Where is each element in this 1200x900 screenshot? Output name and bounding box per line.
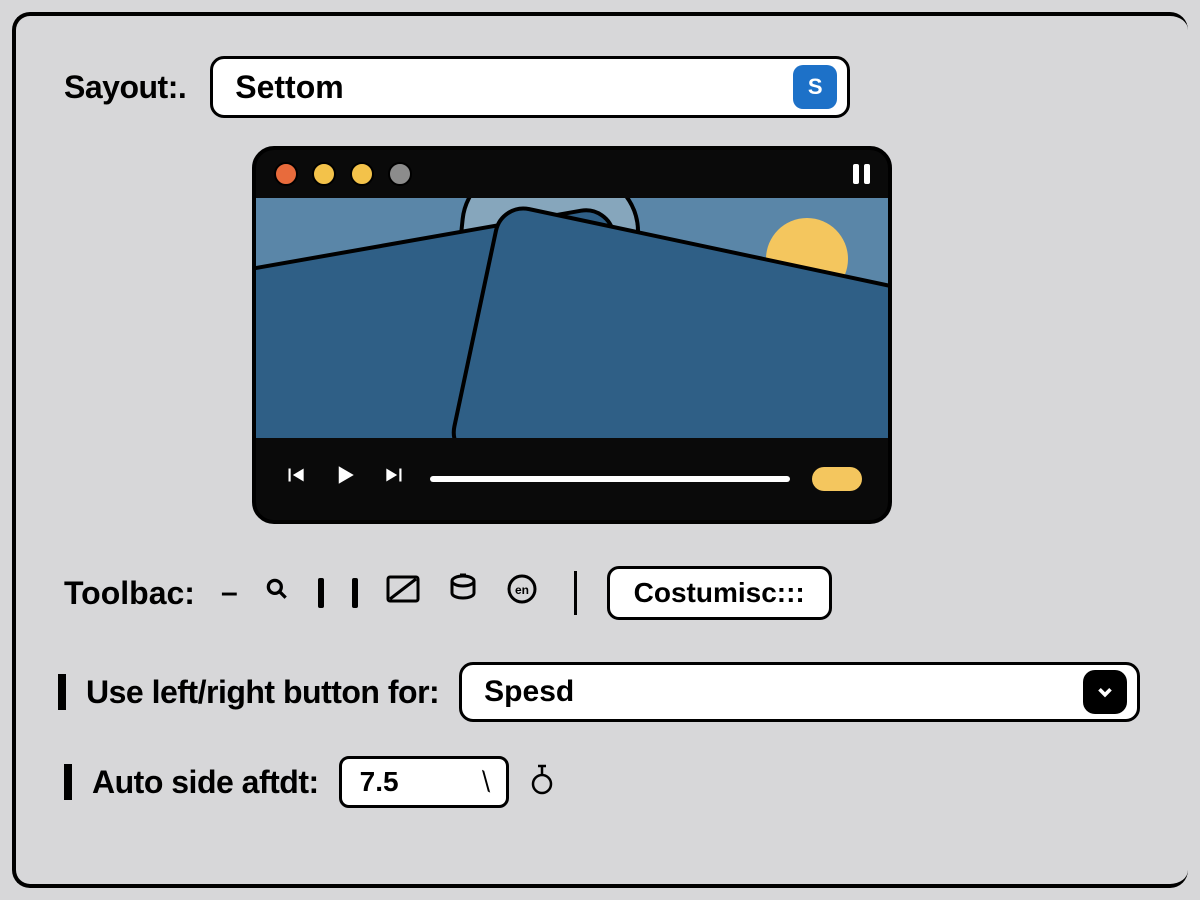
- left-right-label: Use left/right button for:: [86, 674, 439, 711]
- window-titlebar: [256, 150, 888, 198]
- video-artwork: [256, 198, 888, 438]
- left-right-value: Spesd: [484, 675, 574, 709]
- toolbar-row: Toolbac: – en Costumisc:::: [64, 566, 1140, 620]
- window-traffic-lights: [274, 162, 412, 186]
- customise-button[interactable]: Costumisc:::: [607, 566, 832, 620]
- left-right-select[interactable]: Spesd: [459, 662, 1140, 722]
- layout-row: Sayout:. Settom S: [64, 56, 1140, 118]
- prev-icon[interactable]: [282, 462, 308, 496]
- svg-text:en: en: [515, 583, 529, 597]
- window-dot-min-icon[interactable]: [312, 162, 336, 186]
- layout-select[interactable]: Settom S: [210, 56, 850, 118]
- row-marker-icon: [58, 674, 66, 710]
- window-dot-extra-icon: [388, 162, 412, 186]
- toolbar-label: Toolbac:: [64, 575, 195, 612]
- layout-select-value: Settom: [235, 69, 343, 106]
- toolbar-icon-strip: en: [264, 573, 538, 613]
- auto-hide-value: 7.5: [360, 766, 399, 798]
- player-preview: [252, 146, 892, 524]
- stack-icon[interactable]: [448, 573, 478, 613]
- left-right-row: Use left/right button for: Spesd: [58, 662, 1140, 722]
- row-marker-icon: [64, 764, 72, 800]
- time-pill: [812, 467, 862, 491]
- layout-label: Sayout:.: [64, 69, 186, 106]
- select-action-icon[interactable]: S: [793, 65, 837, 109]
- settings-panel: Sayout:. Settom S: [12, 12, 1188, 888]
- circle-icon[interactable]: en: [506, 573, 538, 613]
- window-indicator-icon: [853, 164, 870, 184]
- bar-icon[interactable]: [352, 578, 358, 608]
- search-icon[interactable]: [264, 576, 290, 610]
- player-controls: [256, 438, 888, 520]
- toolbar-dash: –: [221, 576, 238, 610]
- auto-hide-label: Auto side aftdt:: [92, 764, 319, 801]
- box-icon[interactable]: [386, 575, 420, 611]
- chevron-down-icon[interactable]: [1083, 670, 1127, 714]
- window-dot-close-icon[interactable]: [274, 162, 298, 186]
- window-dot-zoom-icon[interactable]: [350, 162, 374, 186]
- stepper-icon[interactable]: ⟍: [473, 767, 498, 797]
- play-icon[interactable]: [330, 460, 360, 498]
- auto-hide-row: Auto side aftdt: 7.5 ⟍: [64, 756, 1140, 808]
- progress-bar[interactable]: [430, 476, 790, 482]
- auto-hide-input[interactable]: 7.5 ⟍: [339, 756, 509, 808]
- next-icon[interactable]: [382, 462, 408, 496]
- seconds-icon: [529, 762, 555, 803]
- toolbar-divider: [574, 571, 577, 615]
- bar-icon[interactable]: [318, 578, 324, 608]
